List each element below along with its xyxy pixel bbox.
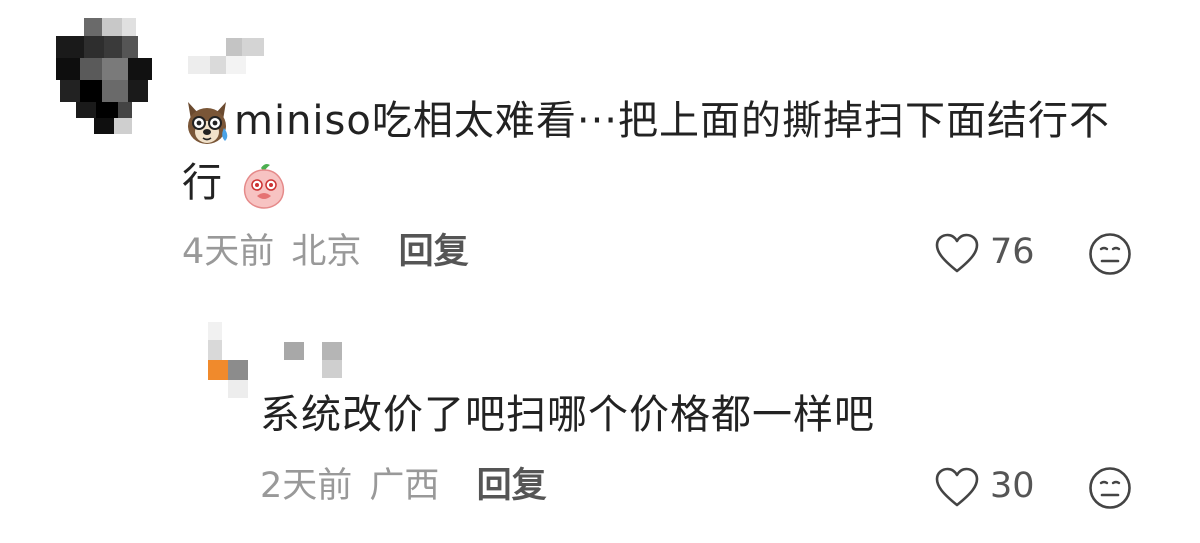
avatar[interactable]: [56, 18, 152, 136]
like-count: 30: [990, 466, 1035, 506]
like-count: 76: [990, 232, 1035, 272]
username[interactable]: [284, 340, 344, 380]
comment-text-line-2: 行: [182, 152, 289, 214]
meh-face-icon[interactable]: [1088, 466, 1132, 510]
heart-icon: [934, 466, 980, 508]
comment-text: 系统改价了吧扫哪个价格都一样吧: [260, 392, 875, 438]
comment-location: 北京: [291, 232, 362, 272]
comment-time: 2天前: [260, 466, 353, 506]
like-button[interactable]: 30: [934, 464, 1044, 510]
dog-emoji-icon: [182, 98, 232, 148]
reply-button[interactable]: 回复: [399, 232, 469, 272]
comment-meta: 2天前 广西 回复: [260, 466, 547, 506]
like-button[interactable]: 76: [934, 230, 1044, 276]
reply-button[interactable]: 回复: [477, 466, 547, 506]
heart-icon: [934, 232, 980, 274]
meh-face-icon[interactable]: [1088, 232, 1132, 276]
comment-text: miniso吃相太难看···把上面的撕掉扫下面结行不: [182, 90, 1162, 152]
avatar[interactable]: [208, 322, 250, 398]
username[interactable]: [188, 38, 268, 76]
comment-time: 4天前: [182, 232, 275, 272]
comment-meta: 4天前 北京 回复: [182, 232, 469, 272]
peach-emoji-icon: [239, 160, 289, 210]
comment-location: 广西: [369, 466, 440, 506]
